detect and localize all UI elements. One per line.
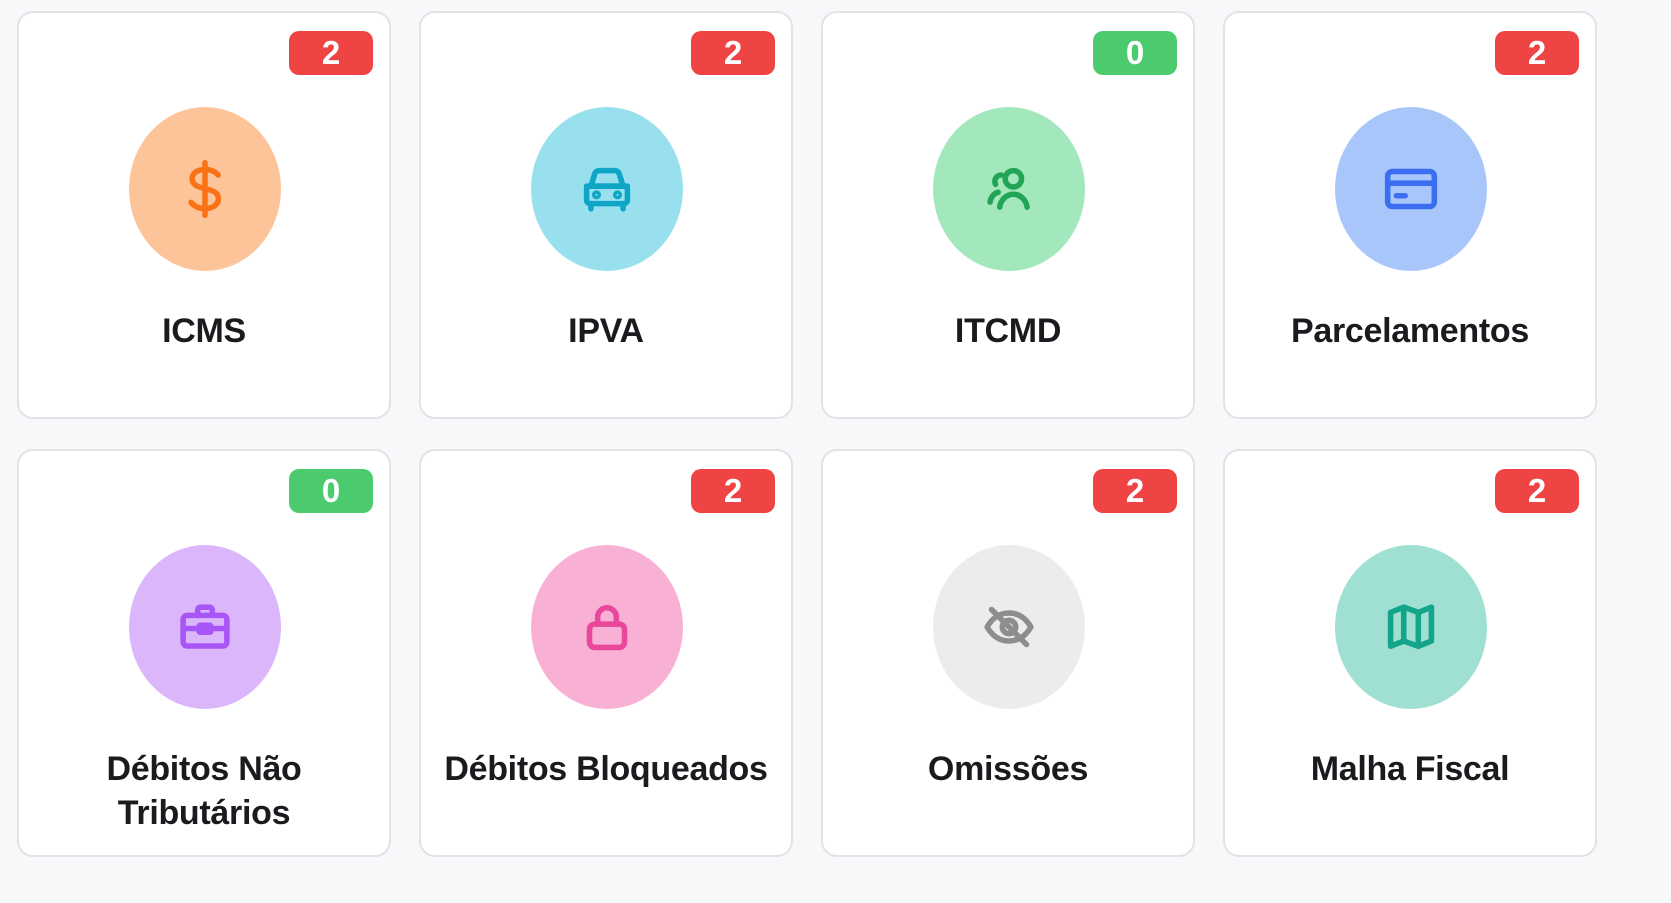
eye-off-icon <box>984 606 1034 648</box>
count-badge: 0 <box>289 469 373 513</box>
card-omissoes[interactable]: 2 Omissões <box>821 449 1195 857</box>
count-badge: 2 <box>1495 469 1579 513</box>
credit-card-icon <box>1384 168 1438 210</box>
map-icon <box>1387 604 1435 650</box>
count-badge: 2 <box>289 31 373 75</box>
dollar-icon <box>188 159 222 219</box>
count-badge: 2 <box>691 31 775 75</box>
count-badge: 0 <box>1093 31 1177 75</box>
briefcase-icon <box>180 604 230 649</box>
count-badge: 2 <box>1495 31 1579 75</box>
icon-circle <box>933 107 1085 271</box>
icon-circle <box>1335 107 1487 271</box>
card-debitos-bloqueados[interactable]: 2 Débitos Bloqueados <box>419 449 793 857</box>
icon-circle <box>531 107 683 271</box>
lock-icon <box>586 605 628 651</box>
icon-circle <box>1335 545 1487 709</box>
card-label: ICMS <box>162 312 246 350</box>
car-icon <box>583 167 631 212</box>
icon-circle <box>129 107 281 271</box>
card-label: Malha Fiscal <box>1310 750 1510 788</box>
card-label: IPVA <box>568 312 644 350</box>
card-label: Débitos Bloqueados <box>444 750 768 788</box>
card-label: Omissões <box>927 750 1089 788</box>
count-badge: 2 <box>691 469 775 513</box>
card-label: Débitos Não Tributários <box>106 750 302 832</box>
card-malha-fiscal[interactable]: 2 Malha Fiscal <box>1223 449 1597 857</box>
users-icon <box>987 167 1030 210</box>
count-badge: 2 <box>1093 469 1177 513</box>
card-label: ITCMD <box>954 312 1062 350</box>
tax-category-grid: 2 ICMS 2 IPVA 0 ITCMD 2 Parcelamentos 0 … <box>17 11 1597 857</box>
icon-circle <box>531 545 683 709</box>
card-parcelamentos[interactable]: 2 Parcelamentos <box>1223 11 1597 419</box>
card-itcmd[interactable]: 0 ITCMD <box>821 11 1195 419</box>
icon-circle <box>129 545 281 709</box>
card-ipva[interactable]: 2 IPVA <box>419 11 793 419</box>
card-label: Parcelamentos <box>1290 312 1529 350</box>
card-debitos-nao-tributarios[interactable]: 0 Débitos Não Tributários <box>17 449 391 857</box>
card-icms[interactable]: 2 ICMS <box>17 11 391 419</box>
icon-circle <box>933 545 1085 709</box>
